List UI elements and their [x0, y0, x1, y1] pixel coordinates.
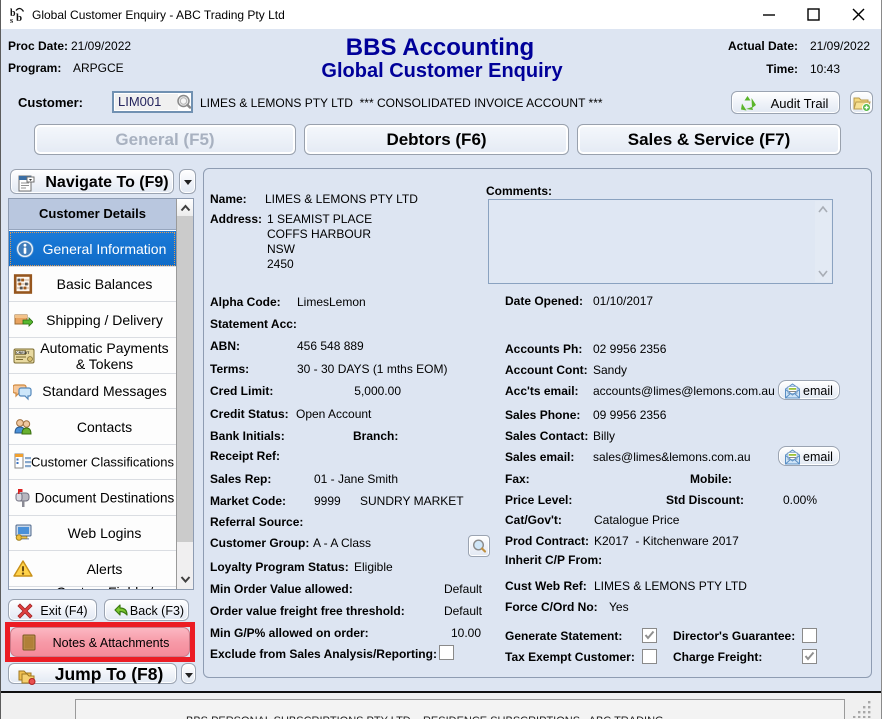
svg-text:s: s: [10, 16, 13, 23]
svg-text:b: b: [16, 12, 22, 23]
svg-text:CREDIT: CREDIT: [16, 351, 30, 355]
